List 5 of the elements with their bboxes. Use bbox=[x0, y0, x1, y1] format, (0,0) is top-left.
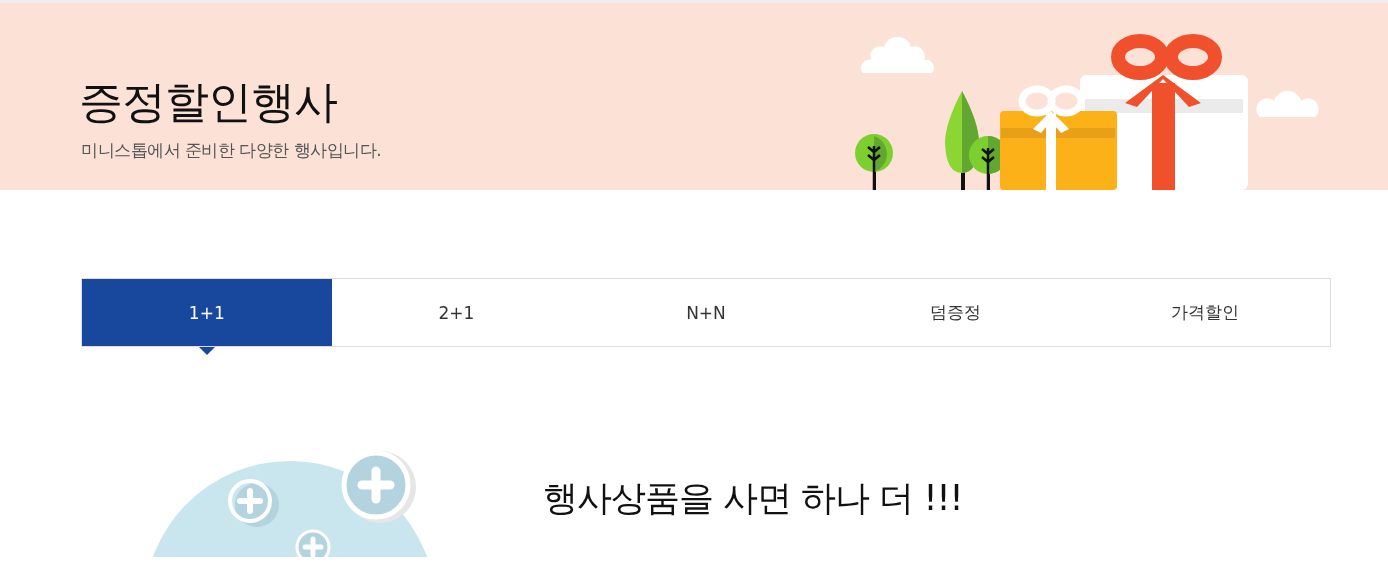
pointer-icon bbox=[198, 347, 215, 355]
page-subtitle: 미니스톱에서 준비한 다양한 행사입니다. bbox=[81, 139, 382, 162]
section-heading: 행사상품을 사면 하나 더 !!! bbox=[543, 477, 963, 520]
category-tab[interactable]: 1+1 bbox=[82, 279, 332, 346]
page-title: 증정할인행사 bbox=[79, 75, 337, 129]
